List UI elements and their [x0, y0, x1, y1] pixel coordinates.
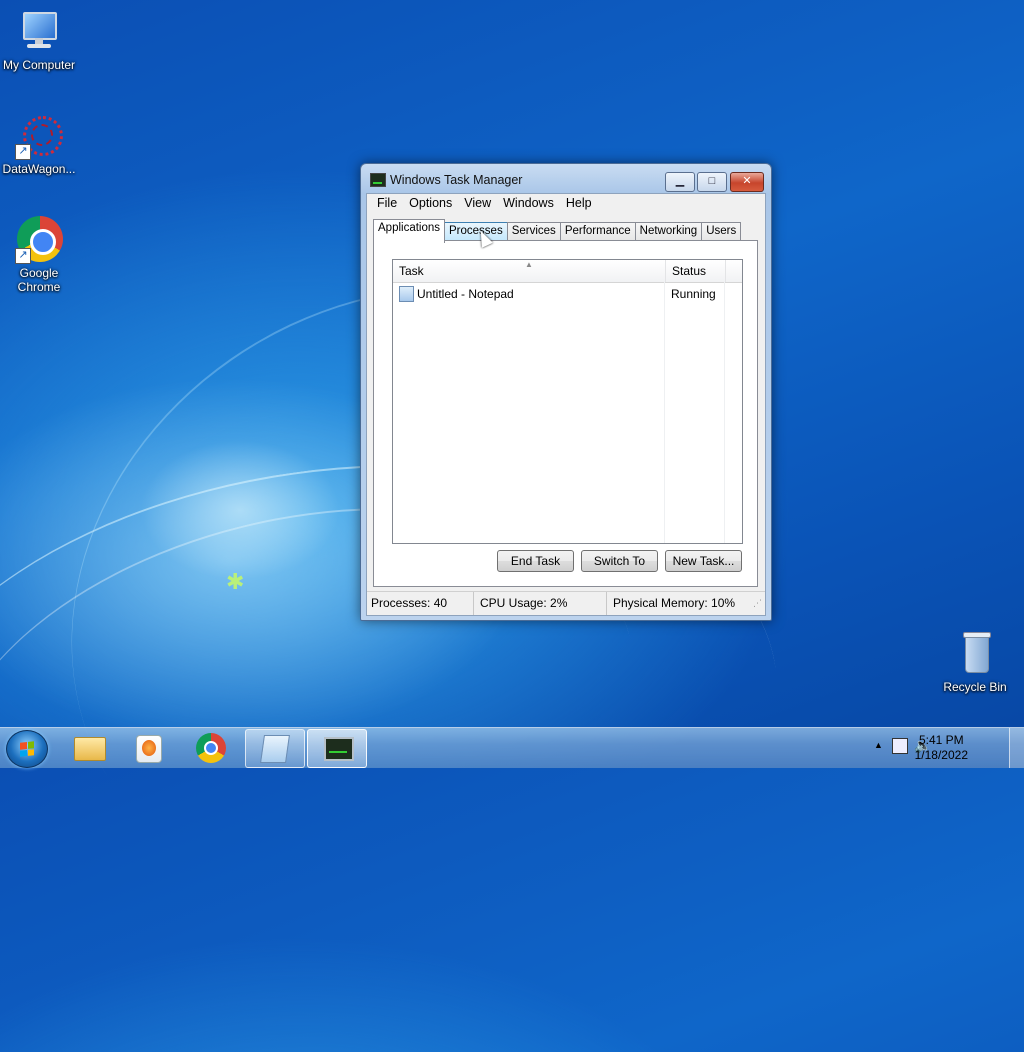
windows-explorer-icon	[74, 737, 106, 761]
task-list[interactable]: ▲ Task Status Untitled - Notepad Running	[392, 259, 743, 544]
task-manager-icon	[324, 737, 354, 761]
task-cell: Untitled - Notepad	[393, 285, 665, 302]
shortcut-arrow-icon: ↗	[15, 144, 31, 160]
task-manager-icon	[370, 173, 386, 187]
taskbar-windows-explorer[interactable]	[60, 729, 118, 766]
column-header-filler	[726, 260, 742, 282]
table-row[interactable]: Untitled - Notepad Running	[393, 283, 742, 304]
desktop-icon-datawagon[interactable]: ↗ DataWagon...	[0, 112, 78, 176]
title-bar[interactable]: Windows Task Manager ▁ □ ✕	[361, 164, 771, 194]
column-divider	[664, 282, 665, 543]
desktop-icon-label: My Computer	[2, 58, 76, 72]
desktop-icon-label: DataWagon...	[2, 162, 76, 176]
taskbar: ▲ 🔈 5:41 PM 1/18/2022	[0, 727, 1024, 768]
clock-date: 1/18/2022	[914, 748, 968, 762]
column-header-status[interactable]: Status	[666, 260, 726, 282]
chrome-icon: ↗	[15, 216, 63, 264]
tab-applications[interactable]: Applications	[373, 219, 446, 243]
menu-bar: File Options View Windows Help	[367, 194, 765, 214]
menu-windows[interactable]: Windows	[497, 194, 560, 214]
end-task-button[interactable]: End Task	[497, 550, 574, 572]
desktop-icon-google-chrome[interactable]: ↗ Google Chrome	[0, 216, 78, 294]
datawagon-icon: ↗	[15, 112, 63, 160]
network-icon[interactable]	[892, 738, 908, 754]
desktop-icon-label: Recycle Bin	[943, 680, 1007, 694]
task-name: Untitled - Notepad	[417, 286, 514, 301]
status-bar: Processes: 40 CPU Usage: 2% Physical Mem…	[367, 591, 765, 615]
show-desktop-button[interactable]	[1009, 728, 1024, 768]
window-client-area: File Options View Windows Help Applicati…	[366, 193, 766, 616]
taskbar-google-chrome[interactable]	[182, 729, 240, 766]
status-processes: Processes: 40	[367, 592, 474, 615]
recycle-bin-icon	[951, 630, 999, 678]
window-title: Windows Task Manager	[390, 173, 523, 187]
taskbar-media-player[interactable]	[120, 729, 178, 766]
wallpaper-glow	[140, 440, 340, 580]
minimize-button[interactable]: ▁	[665, 172, 695, 192]
maximize-button[interactable]: □	[697, 172, 727, 192]
wallpaper-logo-spark: ✱	[226, 569, 245, 594]
status-memory: Physical Memory: 10%	[613, 596, 736, 610]
desktop-icon-my-computer[interactable]: My Computer	[0, 8, 78, 72]
status-cpu: CPU Usage: 2%	[474, 592, 607, 615]
media-player-icon	[136, 735, 162, 763]
menu-file[interactable]: File	[371, 194, 403, 214]
desktop-icon-recycle-bin[interactable]: Recycle Bin	[936, 630, 1014, 694]
chrome-icon	[196, 733, 226, 763]
taskbar-task-manager[interactable]	[307, 729, 367, 768]
task-status: Running	[671, 286, 716, 301]
menu-view[interactable]: View	[458, 194, 497, 214]
desktop-icon-label: Google Chrome	[17, 266, 61, 294]
notepad-icon	[260, 735, 290, 763]
taskbar-notepad[interactable]	[245, 729, 305, 768]
windows-logo-icon	[20, 741, 34, 757]
close-button[interactable]: ✕	[730, 172, 764, 192]
switch-to-button[interactable]: Switch To	[581, 550, 658, 572]
start-button[interactable]	[6, 730, 48, 768]
notepad-icon	[399, 285, 414, 302]
list-header: ▲ Task Status	[393, 260, 742, 283]
clock-time: 5:41 PM	[918, 733, 964, 747]
task-manager-window: Windows Task Manager ▁ □ ✕ File Options …	[360, 163, 772, 621]
sort-ascending-icon: ▲	[525, 260, 533, 269]
resize-grip-icon[interactable]: ⋰	[753, 592, 765, 615]
clock[interactable]: 5:41 PM 1/18/2022	[915, 733, 968, 763]
show-hidden-icons-icon[interactable]: ▲	[874, 740, 883, 750]
computer-icon	[15, 8, 63, 56]
menu-options[interactable]: Options	[403, 194, 458, 214]
menu-help[interactable]: Help	[560, 194, 598, 214]
new-task-button[interactable]: New Task...	[665, 550, 742, 572]
column-divider	[724, 282, 725, 543]
system-tray: ▲ 🔈 5:41 PM 1/18/2022	[864, 728, 1024, 768]
shortcut-arrow-icon: ↗	[15, 248, 31, 264]
applications-panel: ▲ Task Status Untitled - Notepad Running…	[373, 240, 758, 587]
